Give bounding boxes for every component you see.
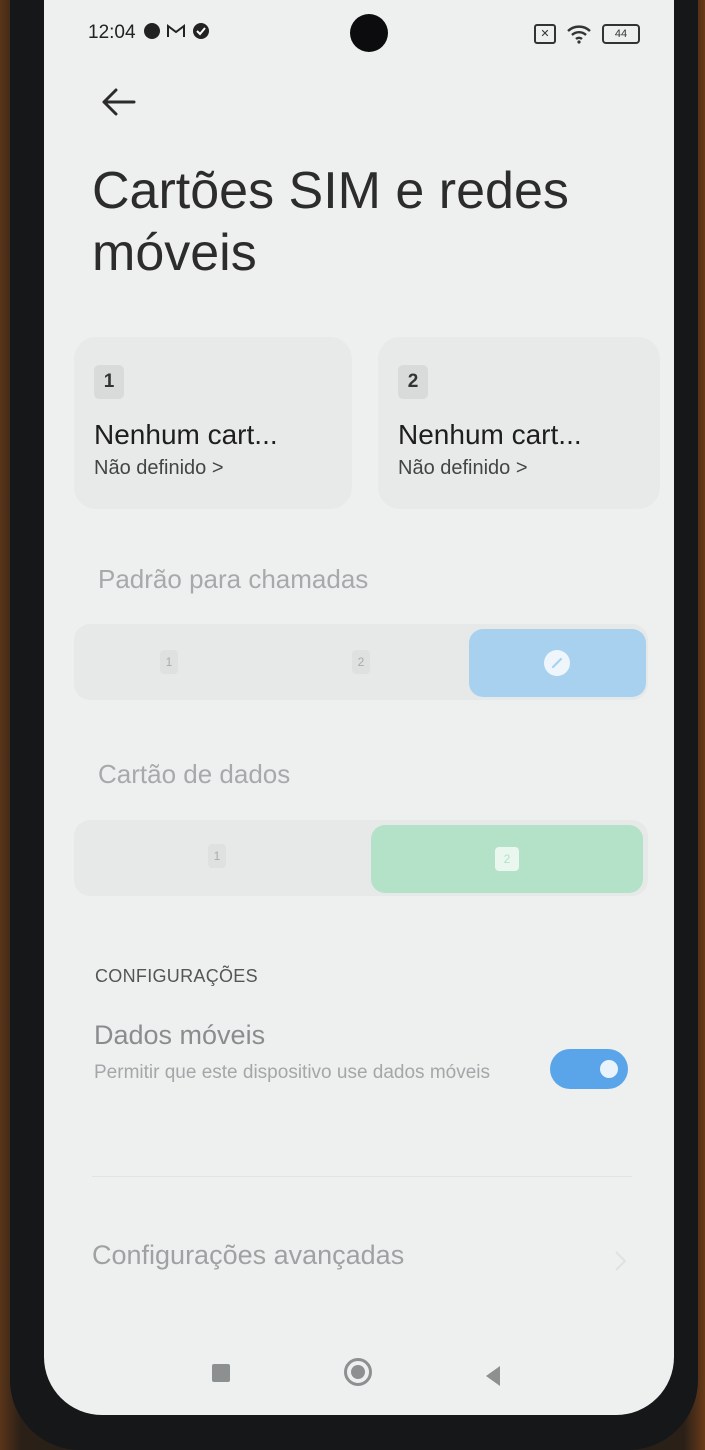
data-card-section-label: Cartão de dados	[98, 759, 291, 789]
sim-name: Nenhum cart...	[94, 419, 278, 450]
sim-name: Nenhum cart...	[398, 419, 582, 450]
home-button[interactable]	[344, 1358, 372, 1386]
status-icons-right: ✕ 44	[534, 24, 640, 44]
page-title: Cartões SIM e redes móveis	[92, 162, 569, 282]
status-icons-left	[144, 22, 210, 40]
mobile-data-subtitle: Permitir que este dispositivo use dados …	[94, 1062, 491, 1083]
wifi-icon	[567, 25, 591, 44]
sim-status: Não definido >	[94, 457, 224, 479]
calls-option-2[interactable]: 2	[352, 650, 370, 674]
screen: 12:04 ✕ 44 Cartões SIM e redes móveis 1 …	[44, 0, 674, 1415]
calls-section-label: Padrão para chamadas	[98, 564, 369, 594]
mobile-data-toggle[interactable]	[550, 1049, 628, 1089]
home-dot	[351, 1365, 365, 1379]
divider	[92, 1176, 632, 1177]
chevron-right-icon[interactable]	[610, 1248, 630, 1274]
data-option-2[interactable]: 2	[371, 825, 643, 893]
gmail-icon	[167, 24, 185, 37]
toggle-knob	[600, 1060, 618, 1078]
mobile-data-title: Dados móveis	[94, 1020, 266, 1050]
sim-slot-badge: 1	[94, 365, 124, 399]
ask-every-time-icon	[544, 650, 570, 676]
front-camera	[350, 14, 388, 52]
arrow-left-icon[interactable]	[96, 80, 140, 124]
data-option-2-badge: 2	[495, 847, 519, 871]
advanced-settings-label[interactable]: Configurações avançadas	[92, 1240, 404, 1271]
settings-section-label: CONFIGURAÇÕES	[95, 966, 258, 986]
sim-card-2[interactable]: 2 Nenhum cart... Não definido >	[378, 337, 660, 509]
recents-button[interactable]	[212, 1364, 230, 1382]
data-saver-icon	[144, 23, 160, 39]
battery-icon: 44	[602, 24, 640, 44]
status-time: 12:04	[88, 22, 136, 43]
sim-card-1[interactable]: 1 Nenhum cart... Não definido >	[74, 337, 352, 509]
sim-status: Não definido >	[398, 457, 528, 479]
back-nav-icon[interactable]	[482, 1364, 504, 1388]
check-circle-icon	[193, 23, 209, 39]
phone-frame: 12:04 ✕ 44 Cartões SIM e redes móveis 1 …	[10, 0, 698, 1450]
calls-option-ask[interactable]	[469, 629, 646, 697]
calls-option-1[interactable]: 1	[160, 650, 178, 674]
sim-slot-badge: 2	[398, 365, 428, 399]
no-sim-icon: ✕	[534, 24, 556, 44]
data-option-1[interactable]: 1	[208, 844, 226, 868]
